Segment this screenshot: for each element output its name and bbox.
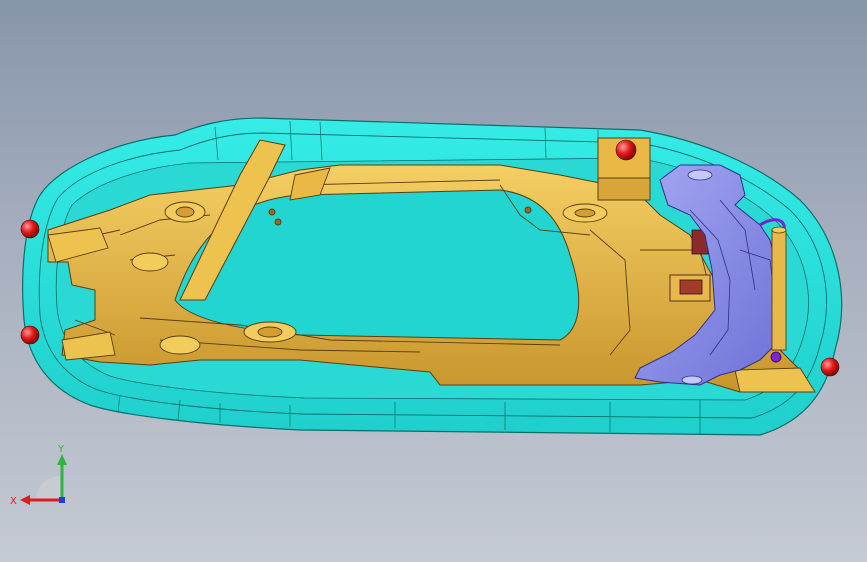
y-axis-arrow-icon bbox=[57, 454, 67, 465]
coordinate-triad-icon[interactable]: Y X bbox=[10, 440, 80, 510]
sphere-marker-icon bbox=[615, 139, 637, 161]
x-axis-arrow-icon bbox=[20, 495, 30, 505]
cad-viewport[interactable]: Y X bbox=[0, 0, 867, 562]
y-axis-label: Y bbox=[57, 444, 65, 455]
x-axis-label: X bbox=[10, 496, 17, 507]
model-scene[interactable] bbox=[0, 0, 867, 562]
sphere-marker-icon bbox=[20, 325, 40, 345]
sphere-marker-icon bbox=[820, 357, 840, 377]
z-axis-marker bbox=[59, 497, 65, 503]
sphere-marker-icon bbox=[20, 219, 40, 239]
